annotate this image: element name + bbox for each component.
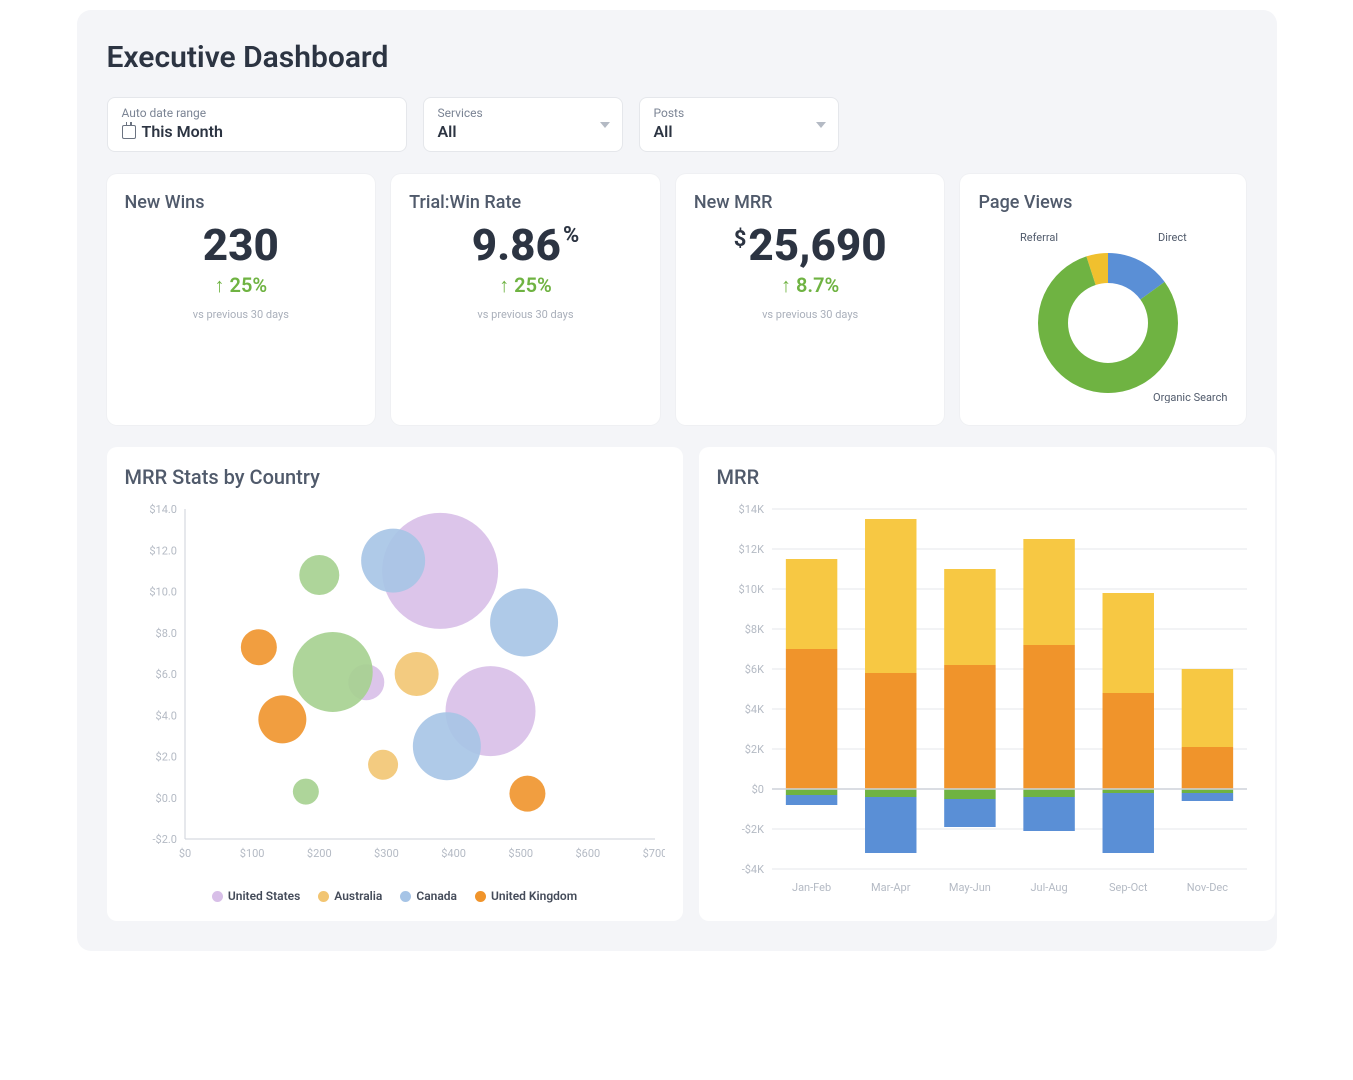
kpi-change: ↑ 8.7% xyxy=(694,273,927,298)
svg-text:-$2.0: -$2.0 xyxy=(152,833,177,846)
legend-item: Canada xyxy=(400,889,457,903)
svg-text:$2.0: $2.0 xyxy=(155,751,176,764)
svg-text:$500: $500 xyxy=(508,847,533,860)
mrr-card: MRR -$4K -$2K $0 $2K $4K $6K $8K $10K $12K $14K Ja… xyxy=(699,447,1275,921)
kpi-note: vs previous 30 days xyxy=(694,308,927,321)
svg-text:Sep-Oct: Sep-Oct xyxy=(1108,881,1147,894)
kpi-change: ↑ 25% xyxy=(125,273,358,298)
kpi-value: 9.86% xyxy=(472,223,579,267)
arrow-up-icon: ↑ xyxy=(781,273,791,298)
svg-text:$6.0: $6.0 xyxy=(155,668,176,681)
page-views-donut: Referral Direct Organic Search xyxy=(978,223,1228,403)
svg-text:$10K: $10K xyxy=(738,583,764,596)
filter-date-label: Auto date range xyxy=(122,106,392,120)
svg-text:$6K: $6K xyxy=(744,663,763,676)
svg-text:Jan-Feb: Jan-Feb xyxy=(792,881,831,894)
kpi-note: vs previous 30 days xyxy=(125,308,358,321)
svg-text:Referral: Referral xyxy=(1020,231,1058,244)
mrr-bar-chart: -$4K -$2K $0 $2K $4K $6K $8K $10K $12K $14K Jan-Fe… xyxy=(717,499,1257,899)
svg-text:May-Jun: May-Jun xyxy=(948,881,990,894)
chart-row: MRR Stats by Country -$2.0 $0.0 $2.0 $4.0 $6… xyxy=(107,447,1247,921)
svg-text:$700: $700 xyxy=(642,847,664,860)
svg-text:$12K: $12K xyxy=(738,543,764,556)
svg-text:Mar-Apr: Mar-Apr xyxy=(871,881,911,894)
svg-text:$0.0: $0.0 xyxy=(155,792,176,805)
kpi-title: Trial:Win Rate xyxy=(409,192,642,213)
svg-text:$400: $400 xyxy=(441,847,466,860)
kpi-title: Page Views xyxy=(978,192,1228,213)
filter-posts-label: Posts xyxy=(654,106,824,120)
svg-text:$14K: $14K xyxy=(738,503,764,516)
svg-text:$0: $0 xyxy=(178,847,190,860)
kpi-value: $25,690 xyxy=(734,223,887,267)
filter-posts[interactable]: Posts All xyxy=(639,97,839,152)
svg-text:$8.0: $8.0 xyxy=(155,627,176,640)
svg-text:$12.0: $12.0 xyxy=(149,544,177,557)
svg-text:$8K: $8K xyxy=(744,623,763,636)
filter-date-range[interactable]: Auto date range This Month xyxy=(107,97,407,152)
kpi-new-wins: New Wins 230 ↑ 25% vs previous 30 days xyxy=(107,174,376,425)
legend-item: Australia xyxy=(318,889,382,903)
arrow-up-icon: ↑ xyxy=(499,273,509,298)
svg-text:Direct: Direct xyxy=(1158,231,1187,244)
svg-text:$14.0: $14.0 xyxy=(149,503,177,516)
legend-item: United Kingdom xyxy=(475,889,577,903)
svg-text:$10.0: $10.0 xyxy=(149,586,177,599)
legend-item: United States xyxy=(212,889,300,903)
filter-services[interactable]: Services All xyxy=(423,97,623,152)
filter-services-label: Services xyxy=(438,106,608,120)
filter-bar: Auto date range This Month Services All … xyxy=(107,97,1247,152)
svg-text:Organic Search: Organic Search xyxy=(1153,391,1227,403)
svg-text:$300: $300 xyxy=(374,847,399,860)
kpi-change: ↑ 25% xyxy=(409,273,642,298)
kpi-new-mrr: New MRR $25,690 ↑ 8.7% vs previous 30 da… xyxy=(676,174,945,425)
page-title: Executive Dashboard xyxy=(107,40,1247,75)
kpi-note: vs previous 30 days xyxy=(409,308,642,321)
calendar-icon xyxy=(122,125,136,139)
bubble-legend: United States Australia Canada United Kingd… xyxy=(125,889,665,903)
filter-services-value: All xyxy=(438,122,608,141)
chevron-down-icon xyxy=(816,122,826,128)
filter-posts-value: All xyxy=(654,122,824,141)
kpi-prefix: $ xyxy=(734,227,747,252)
svg-text:$4K: $4K xyxy=(744,703,763,716)
arrow-up-icon: ↑ xyxy=(215,273,225,298)
mrr-by-country-card: MRR Stats by Country -$2.0 $0.0 $2.0 $4.0 $6… xyxy=(107,447,683,921)
chart-title: MRR Stats by Country xyxy=(125,465,665,489)
kpi-value: 230 xyxy=(203,223,279,267)
svg-text:$2K: $2K xyxy=(744,743,763,756)
kpi-trial-win-rate: Trial:Win Rate 9.86% ↑ 25% vs previous 3… xyxy=(391,174,660,425)
mrr-by-country-chart: -$2.0 $0.0 $2.0 $4.0 $6.0 $8.0 $10.0 $12.0 $14.0… xyxy=(125,499,665,879)
kpi-page-views: Page Views Referral Direct Organic Search xyxy=(960,174,1246,425)
svg-text:-$4K: -$4K xyxy=(741,863,763,876)
chevron-down-icon xyxy=(600,122,610,128)
svg-text:$600: $600 xyxy=(575,847,600,860)
svg-text:$4.0: $4.0 xyxy=(155,709,176,722)
svg-text:$200: $200 xyxy=(306,847,331,860)
kpi-title: New MRR xyxy=(694,192,927,213)
filter-date-value: This Month xyxy=(142,122,223,141)
svg-text:$100: $100 xyxy=(239,847,264,860)
chart-title: MRR xyxy=(717,465,1257,489)
kpi-row: New Wins 230 ↑ 25% vs previous 30 days T… xyxy=(107,174,1247,425)
svg-text:-$2K: -$2K xyxy=(741,823,763,836)
kpi-title: New Wins xyxy=(125,192,358,213)
kpi-suffix: % xyxy=(563,223,579,248)
dashboard: Executive Dashboard Auto date range This… xyxy=(77,10,1277,951)
svg-text:Jul-Aug: Jul-Aug xyxy=(1030,881,1067,894)
svg-text:Nov-Dec: Nov-Dec xyxy=(1186,881,1227,894)
svg-text:$0: $0 xyxy=(751,783,763,796)
